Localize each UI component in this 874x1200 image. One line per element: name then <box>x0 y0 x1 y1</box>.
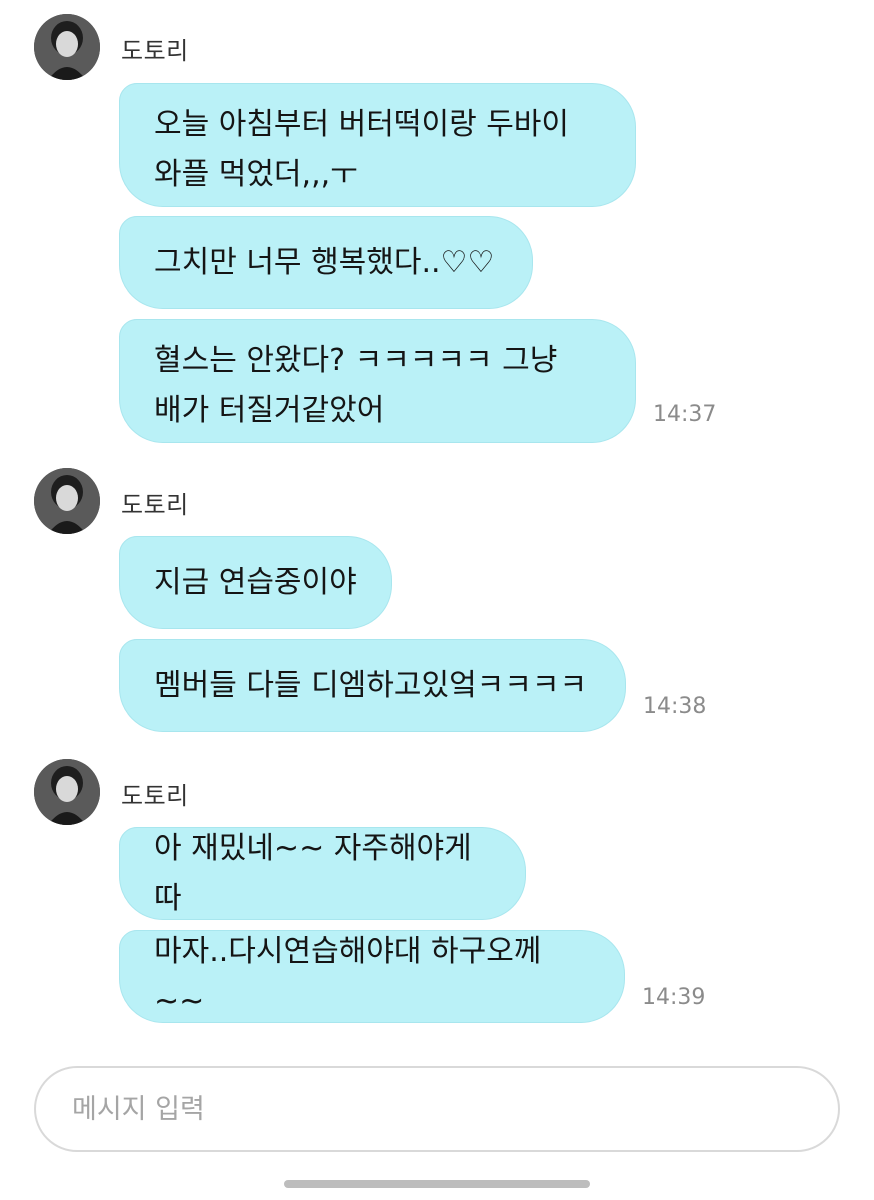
message-bubble[interactable]: 그치만 너무 행복했다..♡♡ <box>119 216 533 309</box>
sender-name: 도토리 <box>121 491 189 519</box>
avatar[interactable] <box>34 468 100 534</box>
home-indicator[interactable] <box>284 1180 590 1188</box>
message-input[interactable] <box>70 1092 794 1126</box>
sender-name: 도토리 <box>121 782 189 810</box>
message-input-bar[interactable] <box>34 1066 840 1152</box>
message-bubble[interactable]: 혈스는 안왔다? ㅋㅋㅋㅋㅋ 그냥 배가 터질거같았어 <box>119 319 636 443</box>
sender-name: 도토리 <box>121 37 189 65</box>
message-text: 혈스는 안왔다? ㅋㅋㅋㅋㅋ 그냥 배가 터질거같았어 <box>154 343 558 428</box>
message-bubble[interactable]: 아 재밌네~~ 자주해야게따 <box>119 827 526 920</box>
message-bubble[interactable]: 오늘 아침부터 버터떡이랑 두바이 와플 먹었더,,,ㅜ <box>119 83 636 207</box>
message-text: 그치만 너무 행복했다..♡♡ <box>154 244 495 280</box>
message-text: 오늘 아침부터 버터떡이랑 두바이 와플 먹었더,,,ㅜ <box>154 107 570 192</box>
message-timestamp: 14:39 <box>642 985 706 1010</box>
message-bubble[interactable]: 멤버들 다들 디엠하고있엌ㅋㅋㅋㅋ <box>119 639 626 732</box>
avatar[interactable] <box>34 759 100 825</box>
message-text: 아 재밌네~~ 자주해야게따 <box>154 830 472 916</box>
message-text: 멤버들 다들 디엠하고있엌ㅋㅋㅋㅋ <box>154 667 588 703</box>
message-text: 지금 연습중이야 <box>154 564 357 600</box>
message-timestamp: 14:37 <box>653 402 717 427</box>
message-bubble[interactable]: 마자..다시연습해야대 하구오께~~ <box>119 930 625 1023</box>
message-timestamp: 14:38 <box>643 694 707 719</box>
avatar[interactable] <box>34 14 100 80</box>
message-bubble[interactable]: 지금 연습중이야 <box>119 536 392 629</box>
message-text: 마자..다시연습해야대 하구오께~~ <box>154 933 542 1019</box>
